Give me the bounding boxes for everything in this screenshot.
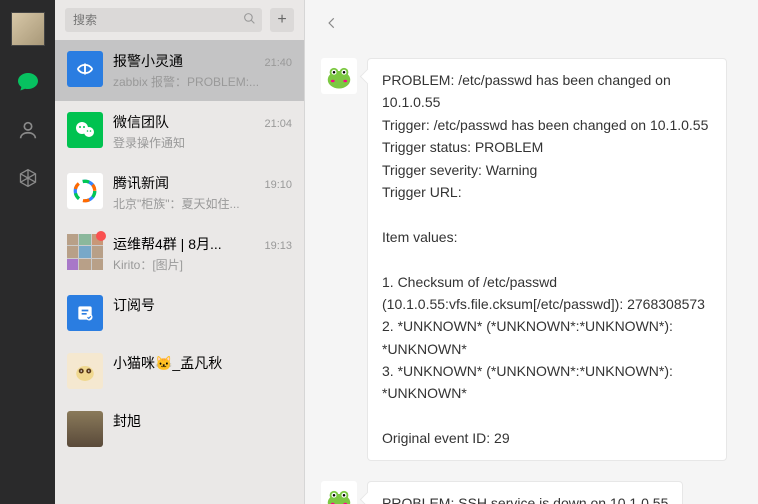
message-bubble[interactable]: PROBLEM: SSH service is down on 10.1.0.5… <box>367 481 683 504</box>
chat-item-ops-group[interactable]: 运维帮4群 | 8月... 19:13 Kirito：[图片] <box>55 223 304 284</box>
chat-avatar <box>67 173 103 209</box>
chat-icon[interactable] <box>16 70 40 94</box>
chat-time: 19:10 <box>264 179 292 191</box>
sender-avatar <box>321 58 357 94</box>
chat-time: 21:40 <box>264 57 292 69</box>
chat-item-tencent-news[interactable]: 腾讯新闻 19:10 北京"柜族"：夏天如住... <box>55 162 304 223</box>
sender-avatar <box>321 481 357 504</box>
add-button[interactable]: + <box>270 8 294 32</box>
favorites-icon[interactable] <box>16 166 40 190</box>
chat-preview: 北京"柜族"：夏天如住... <box>113 195 292 212</box>
chat-avatar <box>67 353 103 389</box>
user-avatar[interactable] <box>11 12 45 46</box>
back-icon[interactable] <box>325 13 339 36</box>
chat-item-cat[interactable]: 小猫咪🐱_孟凡秋 <box>55 342 304 400</box>
chat-preview: zabbix 报警：PROBLEM:... <box>113 73 292 90</box>
chat-list: + 报警小灵通 21:40 zabbix 报警：PROBLEM:... 微信团队 2… <box>55 0 305 504</box>
chat-item-wechat-team[interactable]: 微信团队 21:04 登录操作通知 <box>55 101 304 162</box>
chat-item-alert[interactable]: 报警小灵通 21:40 zabbix 报警：PROBLEM:... <box>55 40 304 101</box>
search-input[interactable] <box>65 8 262 32</box>
left-nav <box>0 0 55 504</box>
chat-avatar <box>67 411 103 447</box>
chat-item-fengxu[interactable]: 封旭 <box>55 400 304 458</box>
message: PROBLEM: /etc/passwd has been changed on… <box>321 58 738 461</box>
chat-avatar <box>67 234 103 270</box>
contacts-icon[interactable] <box>16 118 40 142</box>
chat-content: PROBLEM: /etc/passwd has been changed on… <box>305 0 758 504</box>
messages-pane[interactable]: PROBLEM: /etc/passwd has been changed on… <box>305 48 758 504</box>
chat-name: 运维帮4群 | 8月... <box>113 234 222 254</box>
chat-avatar <box>67 112 103 148</box>
chat-item-subscriptions[interactable]: 订阅号 <box>55 284 304 342</box>
chat-time: 21:04 <box>264 118 292 130</box>
chat-name: 小猫咪🐱_孟凡秋 <box>113 353 222 373</box>
unread-badge <box>96 231 106 241</box>
chat-preview: Kirito：[图片] <box>113 256 292 273</box>
chat-time: 19:13 <box>264 240 292 252</box>
chat-name: 报警小灵通 <box>113 51 183 71</box>
message: PROBLEM: SSH service is down on 10.1.0.5… <box>321 481 738 504</box>
chat-name: 订阅号 <box>113 295 155 315</box>
chat-avatar <box>67 51 103 87</box>
search-icon <box>243 12 256 28</box>
message-bubble[interactable]: PROBLEM: /etc/passwd has been changed on… <box>367 58 727 461</box>
chat-preview: 登录操作通知 <box>113 134 292 151</box>
chat-name: 腾讯新闻 <box>113 173 169 193</box>
chat-name: 微信团队 <box>113 112 169 132</box>
chat-header <box>305 0 758 48</box>
chat-name: 封旭 <box>113 411 141 431</box>
search-box[interactable] <box>65 8 262 32</box>
chat-avatar <box>67 295 103 331</box>
